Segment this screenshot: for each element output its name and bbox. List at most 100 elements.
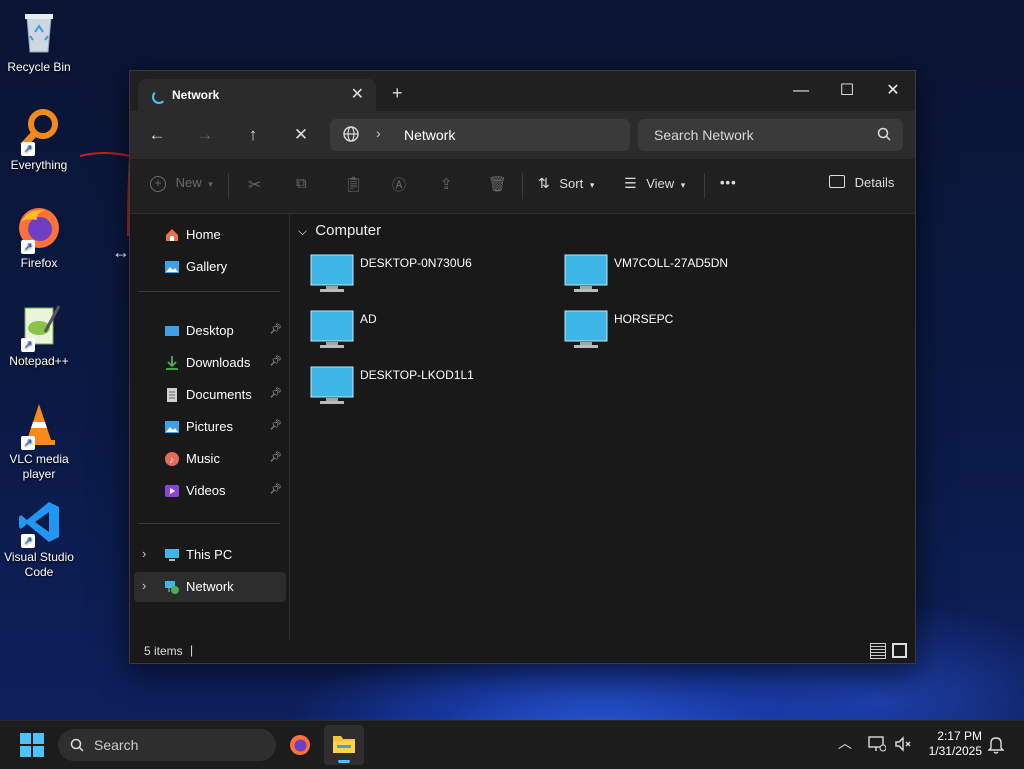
pin-icon[interactable]: 📌︎: [269, 420, 282, 431]
desktop-icon-label: Visual Studio Code: [4, 550, 74, 579]
computer-monitor-icon: [564, 310, 608, 348]
paste-icon[interactable]: 📋︎: [344, 175, 363, 193]
pin-icon[interactable]: 📌︎: [269, 388, 282, 399]
chevron-right-icon[interactable]: ›: [142, 578, 146, 593]
breadcrumb-separator-icon: ›: [376, 125, 381, 141]
firefox-icon: ↗: [15, 204, 63, 254]
windows-start-icon[interactable]: [20, 733, 44, 757]
search-icon: [70, 738, 84, 752]
group-header-computer[interactable]: ⌵ Computer: [298, 222, 381, 239]
new-button[interactable]: + New ▾: [150, 175, 213, 192]
large-icons-view-icon[interactable]: [892, 643, 907, 658]
search-box[interactable]: Search Network: [638, 119, 903, 151]
address-bar[interactable]: › Network: [330, 119, 630, 151]
share-icon[interactable]: ⇪: [440, 175, 453, 193]
clock-date: 1/31/2025: [928, 744, 982, 758]
file-explorer-taskbar-button[interactable]: [324, 725, 364, 765]
shortcut-arrow-icon: ↗: [21, 240, 35, 254]
new-label: New: [175, 175, 202, 190]
network-computer-item[interactable]: DESKTOP-0N730U6: [310, 254, 550, 298]
plus-circle-icon: +: [150, 176, 166, 192]
chevron-right-icon[interactable]: ›: [142, 546, 146, 561]
shortcut-arrow-icon: ↗: [21, 436, 35, 450]
sidebar-item-network[interactable]: › Network: [134, 572, 286, 602]
network-computer-item[interactable]: AD: [310, 310, 550, 354]
sidebar-item-home[interactable]: Home: [134, 220, 286, 250]
details-view-icon[interactable]: [870, 643, 886, 659]
clock-time: 2:17 PM: [937, 729, 982, 743]
forward-arrow-icon[interactable]: →: [191, 121, 219, 149]
close-button[interactable]: ✕: [870, 75, 916, 107]
sidebar-item-label: Desktop: [186, 323, 234, 338]
desktop-icon-everything[interactable]: ↗ Everything: [0, 106, 78, 173]
computer-name: DESKTOP-0N730U6: [360, 256, 472, 270]
view-button[interactable]: ☰ View ▾: [624, 175, 685, 192]
sort-button[interactable]: ⇅ Sort ▾: [538, 175, 594, 192]
desktop-icon-firefox[interactable]: ↗ Firefox: [0, 204, 78, 271]
vlc-cone-icon: ↗: [15, 400, 63, 450]
up-arrow-icon[interactable]: ↑: [239, 121, 267, 149]
tab-network[interactable]: Network ✕: [138, 79, 376, 111]
toolbar-divider: [704, 173, 705, 199]
this-pc-icon: [165, 549, 179, 561]
computer-name: VM7COLL-27AD5DN: [614, 256, 729, 270]
network-icon: [165, 581, 179, 594]
notification-bell-icon[interactable]: [988, 736, 1004, 754]
pin-icon[interactable]: 📌︎: [269, 324, 282, 335]
network-computer-item[interactable]: VM7COLL-27AD5DN: [564, 254, 804, 298]
desktop-icon-label: Everything: [10, 158, 68, 172]
sidebar-item-this-pc[interactable]: › This PC: [134, 540, 286, 570]
sidebar-divider: [138, 523, 280, 524]
show-hidden-icons-chevron-icon[interactable]: ︿: [838, 733, 852, 753]
taskbar-search-box[interactable]: Search: [58, 729, 276, 761]
network-computer-item[interactable]: HORSEPC: [564, 310, 804, 354]
stop-loading-icon[interactable]: ✕: [287, 121, 315, 149]
network-computer-item[interactable]: DESKTOP-LKOD1L1: [310, 366, 550, 410]
sidebar-item-label: Gallery: [186, 259, 228, 274]
desktop-icon-recycle-bin[interactable]: Recycle Bin: [0, 8, 78, 75]
gallery-icon: [165, 261, 179, 273]
rename-icon[interactable]: Ⓐ: [392, 175, 406, 195]
network-status-icon[interactable]: [868, 736, 886, 752]
view-list-icon: ☰: [624, 175, 637, 191]
desktop-icon-vscode[interactable]: ↗ Visual Studio Code: [0, 498, 78, 580]
back-arrow-icon[interactable]: ←: [143, 121, 171, 149]
content-pane: ⌵ Computer DESKTOP-0N730U6 VM7COLL-27AD5…: [290, 214, 915, 641]
chevron-down-icon: ▾: [589, 180, 595, 190]
sidebar-item-label: Network: [186, 579, 234, 594]
computer-monitor-icon: [310, 254, 354, 292]
tab-close-button[interactable]: ✕: [351, 84, 364, 104]
desktop-icon-notepad-plus-plus[interactable]: ↗ Notepad++: [0, 302, 78, 369]
toolbar-divider: [228, 173, 229, 199]
more-options-button[interactable]: •••: [720, 175, 737, 190]
sidebar-item-downloads[interactable]: Downloads 📌︎: [134, 348, 286, 378]
maximize-button[interactable]: ☐: [824, 75, 870, 107]
minimize-button[interactable]: —: [778, 75, 824, 107]
system-clock[interactable]: 2:17 PM 1/31/2025: [929, 729, 982, 759]
volume-muted-icon[interactable]: [894, 736, 912, 752]
delete-icon[interactable]: 🗑︎: [488, 175, 507, 193]
download-arrow-icon: [166, 356, 178, 370]
copy-icon[interactable]: ⧉: [296, 175, 307, 192]
desktop-icon-vlc[interactable]: ↗ VLC media player: [0, 400, 78, 482]
pin-icon[interactable]: 📌︎: [269, 484, 282, 495]
sidebar-item-desktop[interactable]: Desktop 📌︎: [134, 316, 286, 346]
network-globe-icon: [343, 126, 359, 142]
sidebar-item-documents[interactable]: Documents 📌︎: [134, 380, 286, 410]
sidebar-item-music[interactable]: ♪ Music 📌︎: [134, 444, 286, 474]
navigation-bar: ← → ↑ ✕ › Network Search Network: [130, 111, 915, 159]
pin-icon[interactable]: 📌︎: [269, 452, 282, 463]
pictures-icon: [165, 421, 179, 433]
cut-icon[interactable]: ✂: [248, 175, 261, 195]
new-tab-button[interactable]: +: [392, 83, 403, 104]
sidebar-item-pictures[interactable]: Pictures 📌︎: [134, 412, 286, 442]
details-pane-button[interactable]: Details: [829, 175, 894, 190]
pin-icon[interactable]: 📌︎: [269, 356, 282, 367]
videos-icon: [165, 485, 179, 497]
file-explorer-window: Network ✕ + — ☐ ✕ ← → ↑ ✕ › Network Sear…: [129, 70, 916, 664]
sidebar-item-gallery[interactable]: Gallery: [134, 252, 286, 282]
sidebar-item-videos[interactable]: Videos 📌︎: [134, 476, 286, 506]
firefox-taskbar-icon[interactable]: [288, 733, 312, 757]
vscode-icon: ↗: [15, 498, 63, 548]
breadcrumb-network[interactable]: Network: [404, 127, 455, 143]
